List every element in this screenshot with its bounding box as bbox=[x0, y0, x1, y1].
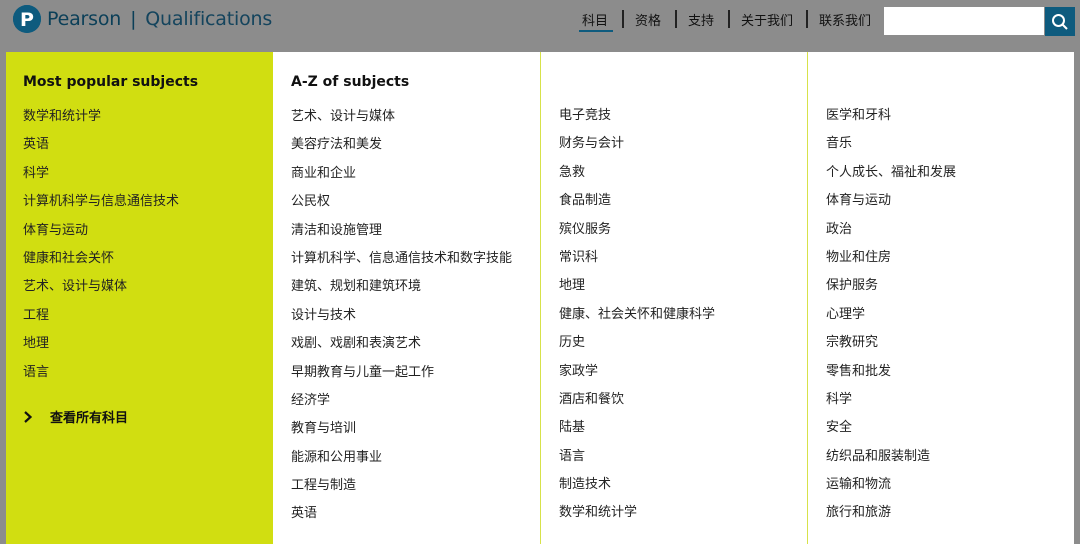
list-item[interactable]: 数学和统计学 bbox=[23, 108, 179, 136]
list-item[interactable]: 家政学 bbox=[559, 363, 715, 391]
list-item[interactable]: 地理 bbox=[23, 335, 179, 363]
nav-divider bbox=[622, 10, 624, 28]
site-header: P Pearson | Qualifications 科目 资格 支持 关于我们 联… bbox=[0, 0, 1080, 52]
list-item[interactable]: 数学和统计学 bbox=[559, 504, 715, 532]
list-item[interactable]: 语言 bbox=[559, 448, 715, 476]
nav-item-subjects[interactable]: 科目 bbox=[582, 10, 608, 32]
popular-subjects-panel: Most popular subjects 数学和统计学 英语 科学 计算机科学… bbox=[6, 52, 273, 544]
popular-subjects-title: Most popular subjects bbox=[23, 74, 199, 90]
brand-title[interactable]: Pearson | Qualifications bbox=[47, 8, 272, 30]
list-item[interactable]: 旅行和旅游 bbox=[826, 504, 956, 532]
list-item[interactable]: 体育与运动 bbox=[23, 222, 179, 250]
list-item[interactable]: 物业和住房 bbox=[826, 249, 956, 277]
list-item[interactable]: 商业和企业 bbox=[291, 165, 512, 193]
list-item[interactable]: 地理 bbox=[559, 277, 715, 305]
list-item[interactable]: 安全 bbox=[826, 419, 956, 447]
column-divider bbox=[540, 52, 541, 544]
chevron-right-icon bbox=[23, 410, 39, 423]
list-item[interactable]: 计算机科学、信息通信技术和数字技能 bbox=[291, 250, 512, 278]
list-item[interactable]: 科学 bbox=[826, 391, 956, 419]
list-item[interactable]: 个人成长、福祉和发展 bbox=[826, 164, 956, 192]
list-item[interactable]: 电子竞技 bbox=[559, 107, 715, 135]
list-item[interactable]: 历史 bbox=[559, 334, 715, 362]
nav-active-underline bbox=[579, 30, 613, 32]
list-item[interactable]: 戏剧、戏剧和表演艺术 bbox=[291, 335, 512, 363]
az-subjects-column-3: 医学和牙科 音乐 个人成长、福祉和发展 体育与运动 政治 物业和住房 保护服务 … bbox=[826, 107, 956, 533]
nav-item-contact-us[interactable]: 联系我们 bbox=[819, 10, 871, 32]
list-item[interactable]: 零售和批发 bbox=[826, 363, 956, 391]
list-item[interactable]: 财务与会计 bbox=[559, 135, 715, 163]
list-item[interactable]: 科学 bbox=[23, 165, 179, 193]
nav-item-qualifications[interactable]: 资格 bbox=[635, 10, 661, 32]
list-item[interactable]: 美容疗法和美发 bbox=[291, 136, 512, 164]
list-item[interactable]: 宗教研究 bbox=[826, 334, 956, 362]
list-item[interactable]: 心理学 bbox=[826, 306, 956, 334]
list-item[interactable]: 酒店和餐饮 bbox=[559, 391, 715, 419]
pearson-logo-icon[interactable]: P bbox=[13, 5, 41, 33]
list-item[interactable]: 能源和公用事业 bbox=[291, 449, 512, 477]
list-item[interactable]: 常识科 bbox=[559, 249, 715, 277]
list-item[interactable]: 健康、社会关怀和健康科学 bbox=[559, 306, 715, 334]
list-item[interactable]: 语言 bbox=[23, 364, 179, 392]
view-all-subjects-link[interactable]: 查看所有科目 bbox=[23, 407, 128, 426]
list-item[interactable]: 公民权 bbox=[291, 193, 512, 221]
list-item[interactable]: 设计与技术 bbox=[291, 307, 512, 335]
list-item[interactable]: 英语 bbox=[23, 136, 179, 164]
az-subjects-column-2: 电子竞技 财务与会计 急救 食品制造 殡仪服务 常识科 地理 健康、社会关怀和健… bbox=[559, 107, 715, 533]
search-icon bbox=[1052, 13, 1068, 30]
brand-name: Pearson bbox=[47, 8, 122, 30]
list-item[interactable]: 运输和物流 bbox=[826, 476, 956, 504]
list-item[interactable]: 音乐 bbox=[826, 135, 956, 163]
list-item[interactable]: 艺术、设计与媒体 bbox=[291, 108, 512, 136]
list-item[interactable]: 陆基 bbox=[559, 419, 715, 447]
nav-divider bbox=[728, 10, 730, 28]
brand-separator: | bbox=[130, 8, 137, 30]
list-item[interactable]: 纺织品和服装制造 bbox=[826, 448, 956, 476]
list-item[interactable]: 工程 bbox=[23, 307, 179, 335]
nav-item-support[interactable]: 支持 bbox=[688, 10, 714, 32]
search-button[interactable] bbox=[1045, 7, 1075, 36]
az-subjects-column-1: 艺术、设计与媒体 美容疗法和美发 商业和企业 公民权 清洁和设施管理 计算机科学… bbox=[291, 108, 512, 534]
search-input[interactable] bbox=[884, 7, 1044, 35]
list-item[interactable]: 建筑、规划和建筑环境 bbox=[291, 278, 512, 306]
nav-item-about-us[interactable]: 关于我们 bbox=[741, 10, 793, 32]
list-item[interactable]: 制造技术 bbox=[559, 476, 715, 504]
list-item[interactable]: 经济学 bbox=[291, 392, 512, 420]
svg-text:P: P bbox=[20, 9, 34, 31]
column-divider bbox=[807, 52, 808, 544]
nav-divider bbox=[806, 10, 808, 28]
az-subjects-title: A-Z of subjects bbox=[291, 74, 410, 90]
list-item[interactable]: 艺术、设计与媒体 bbox=[23, 278, 179, 306]
list-item[interactable]: 急救 bbox=[559, 164, 715, 192]
list-item[interactable]: 清洁和设施管理 bbox=[291, 222, 512, 250]
list-item[interactable]: 英语 bbox=[291, 505, 512, 533]
list-item[interactable]: 体育与运动 bbox=[826, 192, 956, 220]
nav-divider bbox=[675, 10, 677, 28]
view-all-label: 查看所有科目 bbox=[50, 411, 129, 426]
list-item[interactable]: 健康和社会关怀 bbox=[23, 250, 179, 278]
list-item[interactable]: 早期教育与儿童一起工作 bbox=[291, 364, 512, 392]
list-item[interactable]: 食品制造 bbox=[559, 192, 715, 220]
list-item[interactable]: 医学和牙科 bbox=[826, 107, 956, 135]
list-item[interactable]: 政治 bbox=[826, 221, 956, 249]
list-item[interactable]: 保护服务 bbox=[826, 277, 956, 305]
list-item[interactable]: 计算机科学与信息通信技术 bbox=[23, 193, 179, 221]
product-name: Qualifications bbox=[145, 8, 273, 30]
subjects-mega-menu: Most popular subjects 数学和统计学 英语 科学 计算机科学… bbox=[6, 52, 1074, 544]
list-item[interactable]: 工程与制造 bbox=[291, 477, 512, 505]
list-item[interactable]: 殡仪服务 bbox=[559, 221, 715, 249]
list-item[interactable]: 教育与培训 bbox=[291, 420, 512, 448]
popular-subjects-list: 数学和统计学 英语 科学 计算机科学与信息通信技术 体育与运动 健康和社会关怀 … bbox=[23, 108, 179, 392]
